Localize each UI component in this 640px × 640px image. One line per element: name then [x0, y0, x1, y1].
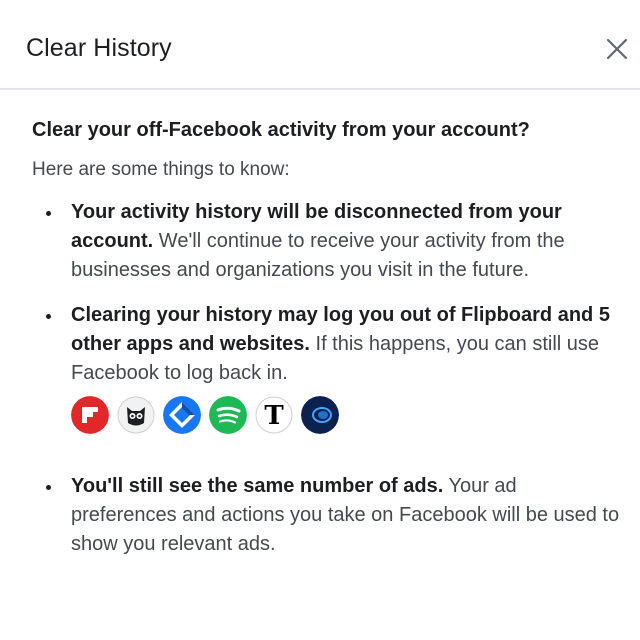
info-list: Your activity history will be disconnect…: [32, 198, 622, 559]
diamond-app-icon: [163, 396, 201, 434]
clear-history-dialog: Clear History Clear your off-Facebook ac…: [0, 0, 640, 640]
intro-text: Here are some things to know:: [32, 159, 290, 180]
owl-app-icon: [117, 396, 155, 434]
dialog-body: Clear your off-Facebook activity from yo…: [32, 116, 622, 559]
bullet-dot: [46, 211, 51, 216]
app-icons-row: T: [71, 396, 622, 434]
nytimes-icon: T: [255, 396, 293, 434]
list-item: You'll still see the same number of ads.…: [32, 472, 622, 559]
bullet-dot: [46, 314, 51, 319]
spotify-icon: [209, 396, 247, 434]
list-item: Clearing your history may log you out of…: [32, 301, 622, 434]
point-heading: You'll still see the same number of ads.: [71, 475, 444, 497]
dark-blue-app-icon: [301, 396, 339, 434]
flipboard-icon: [71, 396, 109, 434]
dialog-title: Clear History: [26, 34, 172, 62]
confirm-question: Clear your off-Facebook activity from yo…: [32, 119, 530, 141]
dialog-header: Clear History: [0, 0, 640, 90]
list-item: Your activity history will be disconnect…: [32, 198, 622, 285]
bullet-dot: [46, 485, 51, 490]
close-button[interactable]: [604, 36, 630, 62]
close-icon: [606, 38, 628, 60]
svg-text:T: T: [264, 401, 284, 431]
